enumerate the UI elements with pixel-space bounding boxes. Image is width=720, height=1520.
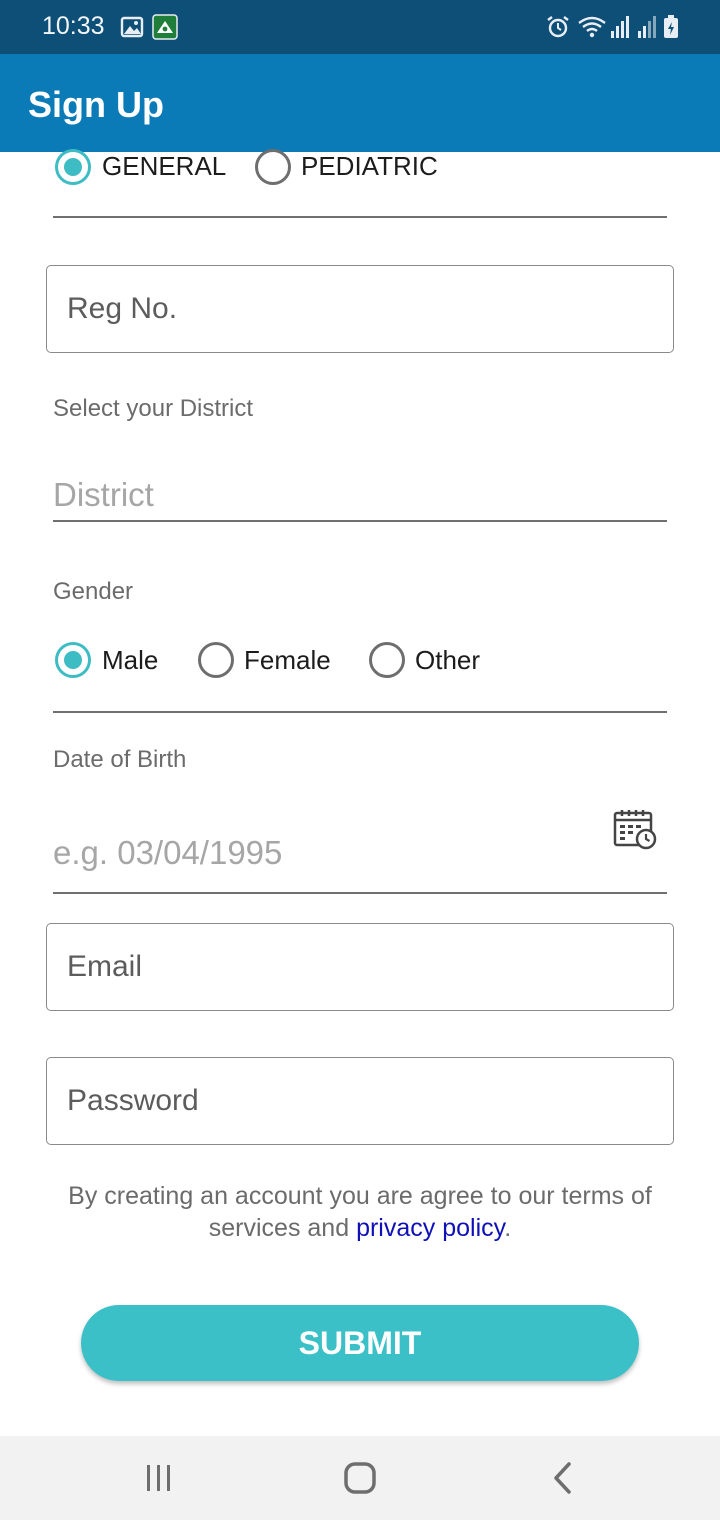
reg-no-field[interactable] xyxy=(46,265,674,353)
radio-button-other[interactable] xyxy=(369,642,405,678)
radio-button-pediatric[interactable] xyxy=(255,149,291,185)
dob-caption: Date of Birth xyxy=(53,746,187,773)
radio-label-other: Other xyxy=(415,645,481,675)
gallery-icon xyxy=(120,16,144,38)
recent-apps-icon[interactable] xyxy=(142,1462,176,1494)
radio-label-general: GENERAL xyxy=(102,151,227,181)
radio-label-pediatric: PEDIATRIC xyxy=(301,151,438,181)
category-divider xyxy=(53,216,667,218)
dob-input[interactable] xyxy=(53,832,593,874)
email-input[interactable] xyxy=(67,924,647,1010)
radio-label-female: Female xyxy=(244,645,331,675)
dob-underline xyxy=(53,892,667,894)
status-bar: 10:33 xyxy=(0,0,720,54)
back-icon[interactable] xyxy=(548,1460,578,1496)
gender-divider xyxy=(53,711,667,713)
signal-icon-2 xyxy=(638,16,656,38)
district-input[interactable] xyxy=(53,474,593,516)
home-icon[interactable] xyxy=(342,1460,378,1496)
radio-label-male: Male xyxy=(102,645,159,675)
terms-end: . xyxy=(504,1214,512,1242)
reg-no-input[interactable] xyxy=(67,266,647,352)
navigation-bar xyxy=(0,1436,720,1520)
calendar-clock-icon[interactable] xyxy=(612,808,658,852)
email-field[interactable] xyxy=(46,923,674,1011)
battery-icon xyxy=(664,15,678,38)
privacy-policy-link[interactable]: privacy policy xyxy=(356,1214,504,1242)
app-notification-icon xyxy=(152,14,178,40)
submit-button[interactable]: SUBMIT xyxy=(81,1305,639,1381)
password-input[interactable] xyxy=(67,1058,647,1144)
app-bar: Sign Up xyxy=(0,54,720,152)
wifi-icon xyxy=(578,16,606,38)
signal-icon xyxy=(611,16,629,38)
page-title: Sign Up xyxy=(28,84,164,125)
terms-notice: By creating an account you are agree to … xyxy=(30,1180,690,1244)
password-field[interactable] xyxy=(46,1057,674,1145)
district-underline xyxy=(53,520,667,522)
radio-button-female[interactable] xyxy=(198,642,234,678)
alarm-icon xyxy=(547,16,569,38)
district-caption: Select your District xyxy=(53,395,254,422)
radio-button-general[interactable] xyxy=(55,149,91,185)
status-time: 10:33 xyxy=(42,12,105,40)
radio-button-male[interactable] xyxy=(55,642,91,678)
gender-caption: Gender xyxy=(53,578,134,605)
